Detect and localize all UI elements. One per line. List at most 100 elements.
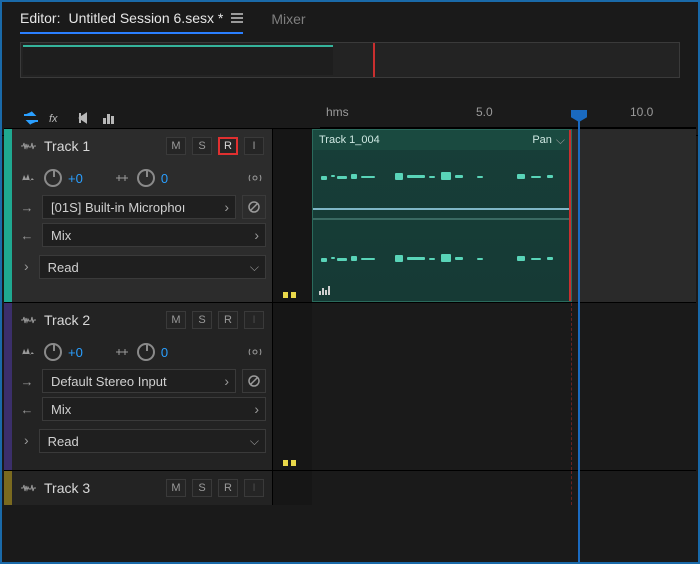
arm-record-button[interactable]: R xyxy=(218,311,238,329)
ruler-unit: hms xyxy=(326,105,349,119)
output-value: Mix xyxy=(51,228,71,243)
record-region-outline xyxy=(312,471,572,505)
solo-button[interactable]: S xyxy=(192,311,212,329)
time-ruler[interactable]: hms 5.0 10.0 xyxy=(320,100,696,128)
chevron-down-icon xyxy=(250,260,259,275)
clip-header[interactable]: Track 1_004 Pan xyxy=(313,130,571,150)
chevron-right-icon xyxy=(224,373,229,389)
clip-pan-line[interactable] xyxy=(313,218,571,220)
solo-button[interactable]: S xyxy=(192,137,212,155)
arm-record-button[interactable]: R xyxy=(218,479,238,497)
mute-button[interactable]: M xyxy=(166,137,186,155)
input-arrow-icon xyxy=(18,374,36,388)
output-selector[interactable]: Mix xyxy=(42,397,266,421)
chevron-down-icon[interactable] xyxy=(556,133,565,148)
playhead[interactable] xyxy=(578,118,580,562)
clip-edge-cursor xyxy=(569,130,571,301)
waveform-icon xyxy=(20,313,38,327)
volume-icon xyxy=(20,171,38,185)
svg-text:fx: fx xyxy=(49,113,58,125)
track-color-strip[interactable] xyxy=(4,303,12,470)
monitor-input-button[interactable]: I xyxy=(244,311,264,329)
automation-mode-selector[interactable]: Read xyxy=(39,255,266,279)
app-window: Editor: Untitled Session 6.sesx * Mixer … xyxy=(0,0,700,564)
pan-knob[interactable] xyxy=(137,169,155,187)
automation-mode-value: Read xyxy=(48,434,79,449)
ruler-tick: 10.0 xyxy=(630,105,653,119)
tab-mixer[interactable]: Mixer xyxy=(271,5,305,33)
chevron-right-icon xyxy=(254,227,259,243)
track-header: Track 2 M S R I +0 0 xyxy=(12,303,272,470)
waveform-icon xyxy=(20,481,38,495)
track-name[interactable]: Track 2 xyxy=(44,312,160,328)
track-color-strip[interactable] xyxy=(4,471,12,505)
monitor-input-button[interactable]: I xyxy=(244,137,264,155)
pan-icon xyxy=(113,345,131,359)
pan-knob[interactable] xyxy=(137,343,155,361)
track-lane[interactable] xyxy=(312,471,696,505)
output-arrow-icon xyxy=(18,228,36,242)
panel-menu-icon[interactable] xyxy=(231,13,243,23)
overview-timeline[interactable] xyxy=(20,42,680,78)
monitor-icon[interactable] xyxy=(246,171,264,185)
volume-value[interactable]: +0 xyxy=(68,171,83,186)
chevron-right-icon xyxy=(224,199,229,215)
volume-knob[interactable] xyxy=(44,343,62,361)
mute-button[interactable]: M xyxy=(166,479,186,497)
swap-icon[interactable] xyxy=(20,107,42,129)
waveform-icon xyxy=(20,139,38,153)
level-meter xyxy=(272,471,312,505)
track-name[interactable]: Track 3 xyxy=(44,480,160,496)
monitor-input-button[interactable]: I xyxy=(244,479,264,497)
phase-button[interactable] xyxy=(242,369,266,393)
pan-value[interactable]: 0 xyxy=(161,345,168,360)
track-name[interactable]: Track 1 xyxy=(44,138,160,154)
tracks-area: Track 1 M S R I +0 0 xyxy=(4,128,696,560)
output-value: Mix xyxy=(51,402,71,417)
automation-mode-selector[interactable]: Read xyxy=(39,429,266,453)
volume-value[interactable]: +0 xyxy=(68,345,83,360)
chevron-right-icon xyxy=(254,401,259,417)
overview-visible-range[interactable] xyxy=(23,45,333,75)
output-arrow-icon xyxy=(18,402,36,416)
input-value: [01S] Built-in Microphoı xyxy=(51,200,185,215)
track-color-strip[interactable] xyxy=(4,129,12,302)
phase-button[interactable] xyxy=(242,195,266,219)
monitor-icon[interactable] xyxy=(246,345,264,359)
input-selector[interactable]: [01S] Built-in Microphoı xyxy=(42,195,236,219)
level-meter xyxy=(272,303,312,470)
volume-icon xyxy=(20,345,38,359)
tab-editor-file: Untitled Session 6.sesx * xyxy=(68,10,223,26)
input-selector[interactable]: Default Stereo Input xyxy=(42,369,236,393)
send-icon[interactable] xyxy=(72,107,94,129)
tab-editor-prefix: Editor: xyxy=(20,10,60,26)
output-selector[interactable]: Mix xyxy=(42,223,266,247)
fx-icon[interactable]: fx xyxy=(46,107,68,129)
pan-icon xyxy=(113,171,131,185)
clip-name: Track 1_004 xyxy=(319,134,380,146)
solo-button[interactable]: S xyxy=(192,479,212,497)
clip-eq-icon xyxy=(319,286,330,295)
tab-editor[interactable]: Editor: Untitled Session 6.sesx * xyxy=(20,4,243,34)
empty-lane-area[interactable] xyxy=(572,129,696,302)
waveform-right xyxy=(317,240,567,280)
chevron-down-icon xyxy=(250,434,259,449)
track-lane[interactable]: Track 1_004 Pan xyxy=(312,129,696,302)
pan-value[interactable]: 0 xyxy=(161,171,168,186)
track-1: Track 1 M S R I +0 0 xyxy=(4,128,696,302)
clip-pan-label: Pan xyxy=(532,134,552,146)
expand-chevron-icon[interactable] xyxy=(24,432,29,450)
panel-tabs: Editor: Untitled Session 6.sesx * Mixer xyxy=(2,2,698,36)
input-value: Default Stereo Input xyxy=(51,374,167,389)
eq-icon[interactable] xyxy=(98,107,120,129)
audio-clip[interactable]: Track 1_004 Pan xyxy=(312,129,572,302)
volume-knob[interactable] xyxy=(44,169,62,187)
mute-button[interactable]: M xyxy=(166,311,186,329)
waveform-left xyxy=(317,158,567,198)
track-2: Track 2 M S R I +0 0 xyxy=(4,302,696,470)
input-arrow-icon xyxy=(18,200,36,214)
arm-record-button[interactable]: R xyxy=(218,137,238,155)
clip-volume-line[interactable] xyxy=(313,208,571,210)
expand-chevron-icon[interactable] xyxy=(24,258,29,276)
track-lane[interactable] xyxy=(312,303,696,470)
